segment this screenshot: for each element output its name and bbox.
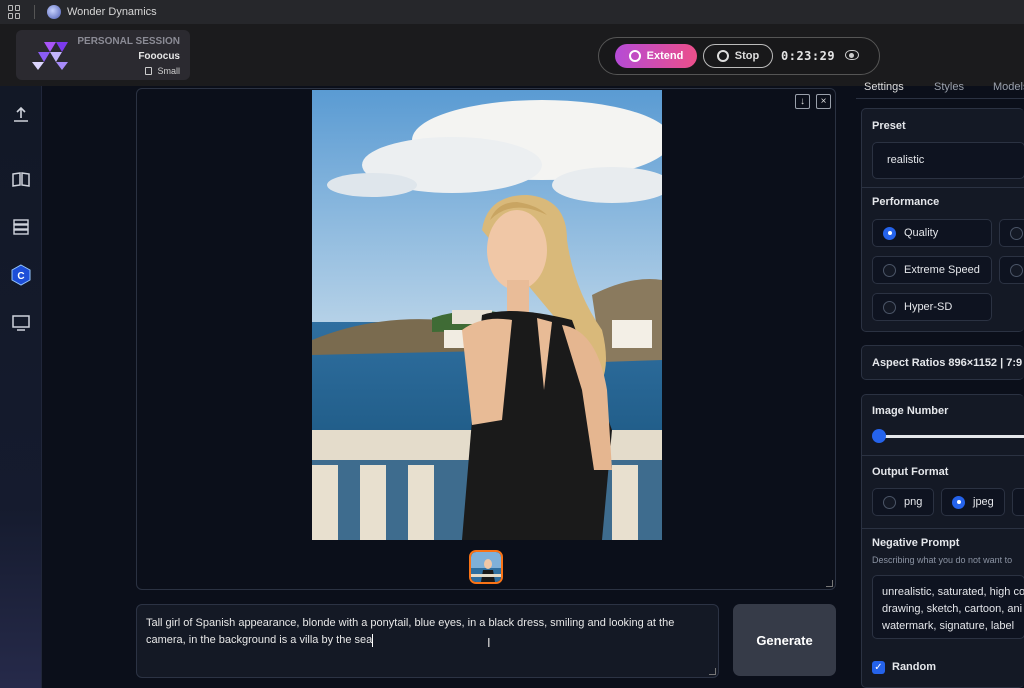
card-divider: [862, 455, 1024, 456]
prompt-textarea[interactable]: Tall girl of Spanish appearance, blonde …: [136, 604, 719, 678]
option-label: Extreme Speed: [904, 264, 980, 276]
generated-image-picture: [312, 90, 662, 540]
option-label: png: [904, 496, 923, 508]
performance-title: Performance: [872, 196, 940, 208]
aspect-ratios-accordion[interactable]: Aspect Ratios 896×1152 | 7:9: [861, 345, 1024, 380]
thumbnail-picture: [471, 552, 501, 582]
aspect-ratios-label: Aspect Ratios 896×1152 | 7:9: [872, 357, 1023, 369]
stop-button[interactable]: Stop: [703, 44, 773, 68]
performance-option-hyper-sd[interactable]: Hyper-SD: [872, 293, 992, 321]
text-cursor-icon: I: [487, 635, 491, 650]
session-size-label: Small: [157, 66, 180, 76]
performance-option-extra[interactable]: [999, 219, 1024, 247]
resize-handle[interactable]: [826, 580, 833, 587]
book-icon[interactable]: [8, 166, 34, 192]
negative-prompt-line: drawing, sketch, cartoon, ani: [882, 603, 1023, 615]
c-badge-icon[interactable]: C: [8, 262, 34, 288]
download-icon: ↓: [800, 95, 805, 107]
stop-circle-icon: [716, 50, 729, 62]
radio-selected-icon: [952, 495, 965, 509]
image-number-slider-handle[interactable]: [872, 429, 886, 443]
svg-text:C: C: [17, 271, 24, 282]
radio-icon: [883, 300, 896, 314]
prompt-text: Tall girl of Spanish appearance, blonde …: [146, 617, 675, 646]
eye-icon[interactable]: [845, 50, 859, 60]
session-header: PERSONAL SESSION Fooocus Small Extend St…: [0, 24, 1024, 86]
output-format-jpeg[interactable]: jpeg: [941, 488, 1005, 516]
generation-options-card: Image Number Output Format png jpeg Nega…: [861, 394, 1024, 688]
left-sidebar: C: [0, 86, 42, 688]
clock-icon: [628, 50, 641, 62]
output-format-png[interactable]: png: [872, 488, 934, 516]
stop-label: Stop: [734, 50, 760, 62]
settings-tabs: Settings Styles Models: [856, 78, 1024, 98]
close-button[interactable]: ×: [816, 94, 831, 109]
preset-performance-card: Preset realistic Performance Quality Ext…: [861, 108, 1024, 332]
session-size: Small: [145, 66, 180, 76]
text-caret: [372, 633, 374, 647]
session-timer-bar: Extend Stop 0:23:29: [598, 37, 880, 75]
textarea-resize-handle[interactable]: [709, 668, 716, 675]
database-icon: [145, 67, 153, 75]
radio-icon: [883, 263, 896, 277]
radio-icon: [1010, 226, 1023, 240]
radio-icon: [883, 495, 896, 509]
preset-select[interactable]: realistic: [872, 142, 1024, 179]
negative-prompt-title: Negative Prompt: [872, 537, 960, 549]
image-number-title: Image Number: [872, 405, 949, 417]
window-titlebar: Wonder Dynamics: [0, 0, 1024, 24]
extend-button[interactable]: Extend: [615, 44, 697, 68]
download-button[interactable]: ↓: [795, 94, 810, 109]
image-gallery: ↓ ×: [136, 88, 836, 590]
preset-value: realistic: [887, 154, 925, 166]
wonder-dynamics-icon: [47, 5, 61, 19]
performance-option-quality[interactable]: Quality: [872, 219, 992, 247]
close-icon: ×: [820, 95, 827, 107]
generate-button[interactable]: Generate: [733, 604, 836, 676]
random-checkbox[interactable]: ✓: [872, 661, 885, 674]
image-number-slider-track[interactable]: [879, 435, 1024, 438]
titlebar-divider: [34, 5, 35, 19]
monitor-icon[interactable]: [8, 310, 34, 336]
fooocus-logo-icon: [32, 42, 68, 70]
radio-icon: [1010, 263, 1023, 277]
session-type-label: PERSONAL SESSION: [77, 36, 180, 47]
output-format-extra[interactable]: [1012, 488, 1024, 516]
negative-prompt-textarea[interactable]: unrealistic, saturated, high co drawing,…: [872, 575, 1024, 639]
tab-settings[interactable]: Settings: [864, 81, 904, 93]
app-grid-icon[interactable]: [8, 5, 22, 19]
generated-image[interactable]: [312, 90, 662, 540]
option-label: jpeg: [973, 496, 994, 508]
layers-icon[interactable]: [8, 214, 34, 240]
upload-icon[interactable]: [8, 102, 34, 128]
performance-option-extra[interactable]: [999, 256, 1024, 284]
option-label: Hyper-SD: [904, 301, 953, 313]
option-label: Quality: [904, 227, 939, 239]
negative-prompt-line: watermark, signature, label: [882, 620, 1015, 632]
session-timer: 0:23:29: [781, 49, 836, 63]
output-format-title: Output Format: [872, 466, 949, 478]
session-card[interactable]: PERSONAL SESSION Fooocus Small: [16, 30, 190, 80]
app-title: Wonder Dynamics: [67, 6, 157, 18]
gallery-thumbnail[interactable]: [469, 550, 503, 584]
tab-styles[interactable]: Styles: [934, 81, 964, 93]
tab-models[interactable]: Models: [993, 81, 1024, 93]
negative-prompt-hint: Describing what you do not want to: [872, 555, 1013, 565]
card-divider: [862, 528, 1024, 529]
negative-prompt-line: unrealistic, saturated, high co: [882, 586, 1024, 598]
card-divider: [862, 187, 1024, 188]
preset-title: Preset: [872, 120, 906, 132]
performance-option-extreme-speed[interactable]: Extreme Speed: [872, 256, 992, 284]
tabs-divider: [856, 98, 1024, 99]
random-label: Random: [892, 661, 936, 673]
session-app-name: Fooocus: [138, 51, 180, 62]
extend-label: Extend: [646, 50, 684, 62]
radio-selected-icon: [883, 226, 896, 240]
